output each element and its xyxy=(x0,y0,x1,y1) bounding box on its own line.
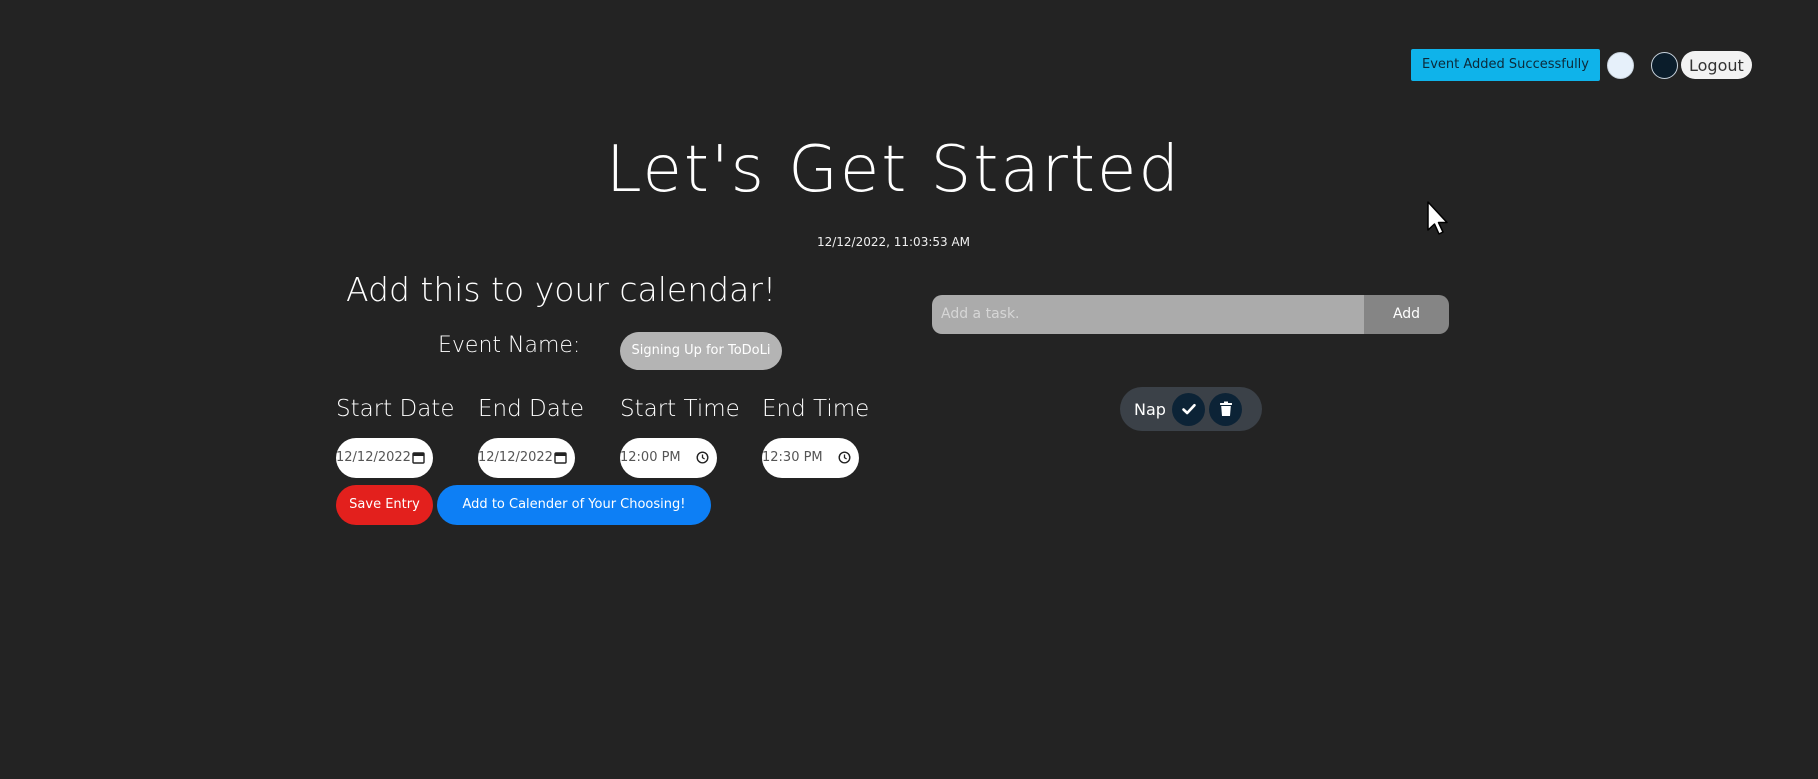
end-time-value: 12:30 PM xyxy=(762,450,823,465)
start-time-group: Start Time 12:00 PM xyxy=(620,394,740,478)
end-date-input[interactable]: 12/12/2022 xyxy=(478,438,575,478)
current-timestamp: 12/12/2022, 11:03:53 AM xyxy=(816,235,971,249)
calendar-icon[interactable] xyxy=(554,451,567,464)
event-name-input[interactable]: Signing Up for ToDoLi xyxy=(620,332,782,370)
delete-task-button[interactable] xyxy=(1209,392,1242,426)
add-to-calendar-button[interactable]: Add to Calender of Your Choosing! xyxy=(437,485,711,525)
top-bar: Event Added Successfully Logout xyxy=(1411,49,1752,81)
start-date-input[interactable]: 12/12/2022 xyxy=(336,438,433,478)
success-toast: Event Added Successfully xyxy=(1411,49,1600,81)
mouse-cursor-icon xyxy=(1427,201,1448,235)
clock-icon[interactable] xyxy=(696,451,709,464)
calendar-form-heading: Add this to your calendar! xyxy=(346,270,777,309)
complete-task-button[interactable] xyxy=(1172,392,1205,426)
task-item: Nap xyxy=(1120,387,1262,431)
start-date-value: 12/12/2022 xyxy=(336,450,411,465)
page-title: Let's Get Started xyxy=(605,133,1182,207)
save-entry-button[interactable]: Save Entry xyxy=(336,485,433,525)
light-theme-toggle[interactable] xyxy=(1607,51,1634,79)
start-time-value: 12:00 PM xyxy=(620,450,681,465)
start-date-group: Start Date 12/12/2022 xyxy=(336,394,454,478)
calendar-icon[interactable] xyxy=(412,451,425,464)
end-date-value: 12/12/2022 xyxy=(478,450,553,465)
add-task-button[interactable]: Add xyxy=(1364,295,1449,334)
trash-icon xyxy=(1219,401,1232,416)
start-time-input[interactable]: 12:00 PM xyxy=(620,438,717,478)
start-time-label: Start Time xyxy=(620,396,740,422)
end-time-label: End Time xyxy=(762,396,870,422)
end-date-label: End Date xyxy=(478,396,584,422)
start-date-label: Start Date xyxy=(336,396,455,422)
dark-theme-toggle[interactable] xyxy=(1651,51,1678,79)
event-name-label: Event Name: xyxy=(438,333,581,358)
end-time-input[interactable]: 12:30 PM xyxy=(762,438,859,478)
task-input-bar: Add a task. Add xyxy=(932,295,1449,334)
task-input[interactable]: Add a task. xyxy=(932,295,1364,334)
end-date-group: End Date 12/12/2022 xyxy=(478,394,584,478)
check-icon xyxy=(1181,403,1196,415)
logout-button[interactable]: Logout xyxy=(1681,51,1752,79)
task-item-label: Nap xyxy=(1134,399,1166,419)
clock-icon[interactable] xyxy=(838,451,851,464)
end-time-group: End Time 12:30 PM xyxy=(762,394,869,478)
